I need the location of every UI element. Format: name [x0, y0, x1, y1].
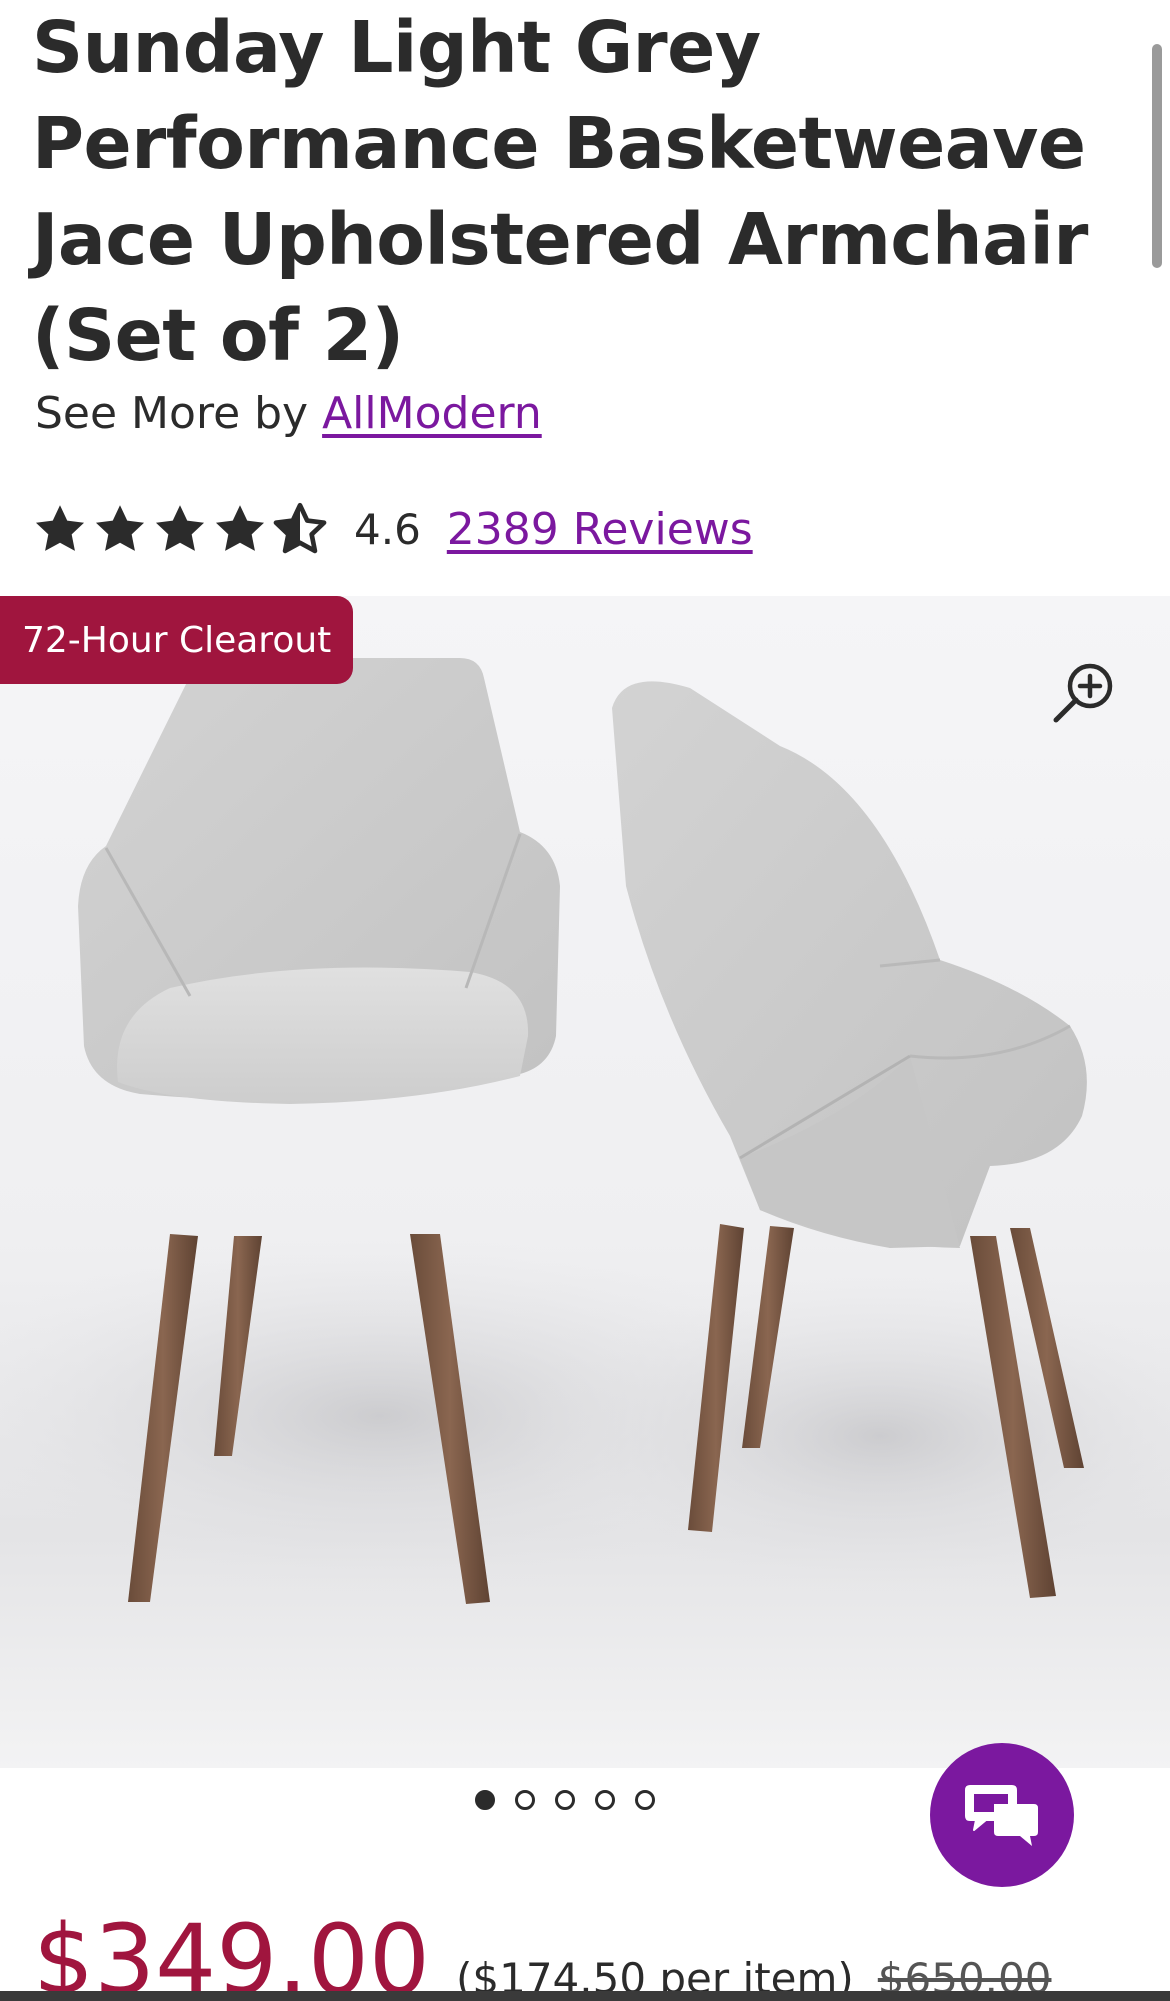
brand-link[interactable]: AllModern [322, 388, 542, 439]
see-more-by: See More by AllModern [35, 384, 542, 444]
product-image-gallery[interactable]: 72-Hour Clearout [0, 596, 1170, 1768]
star-full-icon [95, 505, 145, 551]
carousel-dot-1[interactable] [475, 1790, 495, 1810]
reviews-link[interactable]: 2389 Reviews [447, 504, 753, 555]
star-full-icon [215, 505, 265, 551]
zoom-in-icon[interactable] [1048, 654, 1124, 730]
carousel-dot-3[interactable] [555, 1790, 575, 1810]
rating-row: 4.6 2389 Reviews [32, 494, 753, 564]
star-full-icon [35, 505, 85, 551]
carousel-dot-2[interactable] [515, 1790, 535, 1810]
see-more-label: See More by [35, 388, 323, 439]
rating-value: 4.6 [354, 504, 421, 554]
star-half-icon [273, 502, 327, 554]
carousel-dot-4[interactable] [595, 1790, 615, 1810]
rating-stars [32, 501, 332, 557]
product-page: Sunday Light Grey Performance Basketweav… [0, 0, 1170, 2001]
price-row: $349.00 ($174.50 per item) $650.00 [33, 1900, 1051, 2001]
chat-button[interactable] [930, 1743, 1074, 1887]
scrollbar[interactable] [1152, 44, 1162, 268]
clearout-badge: 72-Hour Clearout [0, 596, 354, 684]
bottom-bar [0, 1991, 1170, 2001]
sale-price: $349.00 [33, 1904, 430, 2001]
product-image [0, 658, 1170, 1604]
carousel-dot-5[interactable] [635, 1790, 655, 1810]
carousel-dots [475, 1790, 655, 1810]
chat-bubbles-icon [965, 1785, 1038, 1846]
product-title: Sunday Light Grey Performance Basketweav… [32, 6, 1088, 377]
star-full-icon [155, 505, 205, 551]
